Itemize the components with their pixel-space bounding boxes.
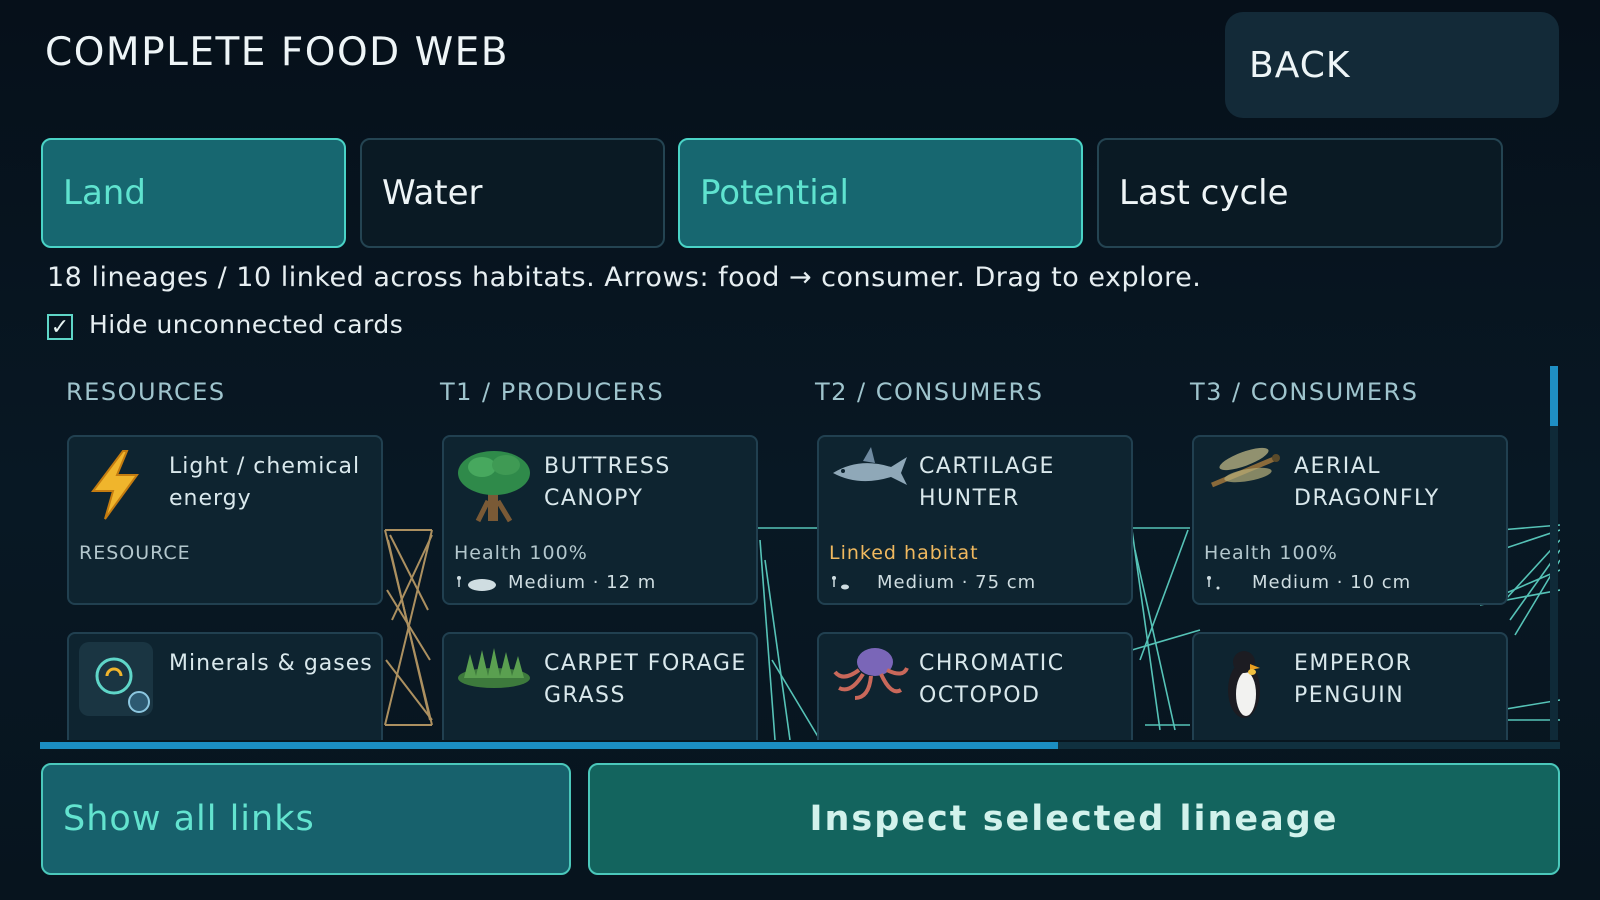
card-name: EMPEROR PENGUIN xyxy=(1294,651,1413,708)
card-name: Minerals & gases xyxy=(169,651,373,676)
card-meta: Medium · 12 m xyxy=(454,572,656,593)
horizontal-scroll-thumb[interactable] xyxy=(40,742,1059,749)
card-name: Light / chemical energy xyxy=(169,454,361,511)
food-web-area[interactable]: Light / chemical energy RESOURCE Minerals… xyxy=(40,360,1560,740)
card-meta: Medium · 75 cm xyxy=(829,572,1036,593)
hide-unconnected-label: Hide unconnected cards xyxy=(89,309,404,339)
card-name: AERIAL DRAGONFLY xyxy=(1294,454,1440,511)
card-meta: Medium · 10 cm xyxy=(1204,572,1411,593)
page-title: COMPLETE FOOD WEB xyxy=(45,30,510,75)
card-subtitle: RESOURCE xyxy=(79,542,191,564)
card-name: CARTILAGE HUNTER xyxy=(919,454,1055,511)
grass-icon xyxy=(454,642,534,722)
card-emperor-penguin[interactable]: EMPEROR PENGUIN xyxy=(1192,632,1508,740)
tab-land[interactable]: Land xyxy=(41,138,346,248)
minerals-icon xyxy=(79,642,153,716)
info-text: 18 lineages / 10 linked across habitats.… xyxy=(47,262,1202,293)
horizontal-scrollbar[interactable] xyxy=(40,742,1560,749)
card-buttress-canopy[interactable]: BUTTRESS CANOPY Health 100% Medium · 12 m xyxy=(442,435,758,605)
card-name: BUTTRESS CANOPY xyxy=(544,454,671,511)
card-habitat-status: Linked habitat xyxy=(829,542,979,564)
checkbox-icon[interactable]: ✓ xyxy=(47,314,73,340)
size-scale-icon xyxy=(832,575,849,589)
octopus-icon xyxy=(829,642,909,722)
tab-last-cycle[interactable]: Last cycle xyxy=(1097,138,1503,248)
card-health: Health 100% xyxy=(454,542,588,564)
size-scale-icon xyxy=(1207,575,1220,589)
vertical-scrollbar[interactable] xyxy=(1550,366,1558,740)
card-minerals[interactable]: Minerals & gases xyxy=(67,632,383,740)
hide-unconnected-toggle[interactable]: ✓ Hide unconnected cards xyxy=(47,308,403,340)
card-health: Health 100% xyxy=(1204,542,1338,564)
lightning-icon xyxy=(79,445,159,525)
card-cartilage-hunter[interactable]: CARTILAGE HUNTER Linked habitat Medium · … xyxy=(817,435,1133,605)
card-light-energy[interactable]: Light / chemical energy RESOURCE xyxy=(67,435,383,605)
card-aerial-dragonfly[interactable]: AERIAL DRAGONFLY Health 100% Medium · 10 … xyxy=(1192,435,1508,605)
card-name: CHROMATIC OCTOPOD xyxy=(919,651,1065,708)
penguin-icon xyxy=(1204,642,1284,722)
inspect-lineage-button[interactable]: Inspect selected lineage xyxy=(588,763,1560,875)
card-name: CARPET FORAGE GRASS xyxy=(544,651,747,708)
dragonfly-icon xyxy=(1204,445,1284,525)
back-button[interactable]: BACK xyxy=(1225,12,1559,118)
show-all-links-button[interactable]: Show all links xyxy=(41,763,571,875)
card-chromatic-octopod[interactable]: CHROMATIC OCTOPOD xyxy=(817,632,1133,740)
vertical-scroll-thumb[interactable] xyxy=(1550,366,1558,426)
size-scale-icon xyxy=(457,575,496,591)
tree-icon xyxy=(454,445,534,525)
card-carpet-forage-grass[interactable]: CARPET FORAGE GRASS xyxy=(442,632,758,740)
tab-potential[interactable]: Potential xyxy=(678,138,1083,248)
shark-icon xyxy=(829,445,909,525)
tab-water[interactable]: Water xyxy=(360,138,665,248)
